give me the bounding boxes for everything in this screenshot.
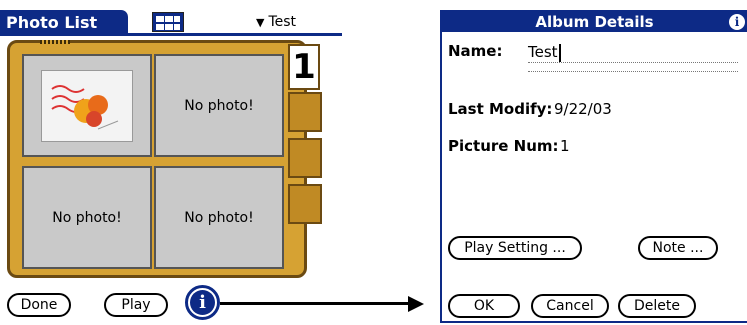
photo-list-screen: Photo List ▼ Test No photo! No photo! No… <box>0 0 342 325</box>
photo-thumb-4[interactable]: No photo! <box>154 166 284 269</box>
photo-thumb-3[interactable]: No photo! <box>22 166 152 269</box>
info-icon: i <box>190 290 215 315</box>
photo-thumb-1[interactable] <box>22 54 152 157</box>
grid-view-icon[interactable] <box>152 12 184 32</box>
photo-album: No photo! No photo! No photo! <box>7 40 307 278</box>
play-setting-button[interactable]: Play Setting ... <box>448 236 582 260</box>
album-binding <box>40 40 70 44</box>
done-button[interactable]: Done <box>7 293 71 317</box>
delete-button[interactable]: Delete <box>618 294 696 318</box>
ok-button[interactable]: OK <box>448 294 520 318</box>
page-tab-4[interactable] <box>288 184 322 224</box>
picture-num-value: 1 <box>560 137 570 155</box>
picture-num-label: Picture Num: <box>448 137 559 155</box>
last-modify-value: 9/22/03 <box>554 100 612 118</box>
no-photo-label: No photo! <box>184 97 254 114</box>
cancel-button[interactable]: Cancel <box>531 294 609 318</box>
album-name: Test <box>268 14 297 30</box>
name-value: Test <box>528 43 558 61</box>
album-selector[interactable]: ▼ Test <box>256 12 296 33</box>
dropdown-arrow-icon: ▼ <box>256 16 265 29</box>
name-label: Name: <box>448 42 503 60</box>
dialog-title: Album Details <box>442 12 747 32</box>
text-cursor <box>558 43 561 62</box>
photo-image <box>41 69 133 142</box>
arrow-connector <box>220 302 410 305</box>
page-number: 1 <box>288 44 320 90</box>
name-field-second-line <box>528 70 738 72</box>
page-title: Photo List <box>0 10 128 35</box>
info-button[interactable]: i <box>185 285 220 320</box>
play-button[interactable]: Play <box>104 293 168 317</box>
page-tab-2[interactable] <box>288 92 322 132</box>
arrow-head-icon <box>408 296 424 312</box>
no-photo-label: No photo! <box>52 209 122 226</box>
album-details-dialog: Album Details i Name: Test Last Modify: … <box>440 10 747 323</box>
info-icon[interactable]: i <box>729 14 745 30</box>
photo-thumb-2[interactable]: No photo! <box>154 54 284 157</box>
title-underline <box>0 33 342 36</box>
no-photo-label: No photo! <box>184 209 254 226</box>
last-modify-label: Last Modify: <box>448 100 553 118</box>
note-button[interactable]: Note ... <box>638 236 718 260</box>
page-tab-3[interactable] <box>288 138 322 178</box>
name-field[interactable]: Test <box>528 42 738 63</box>
